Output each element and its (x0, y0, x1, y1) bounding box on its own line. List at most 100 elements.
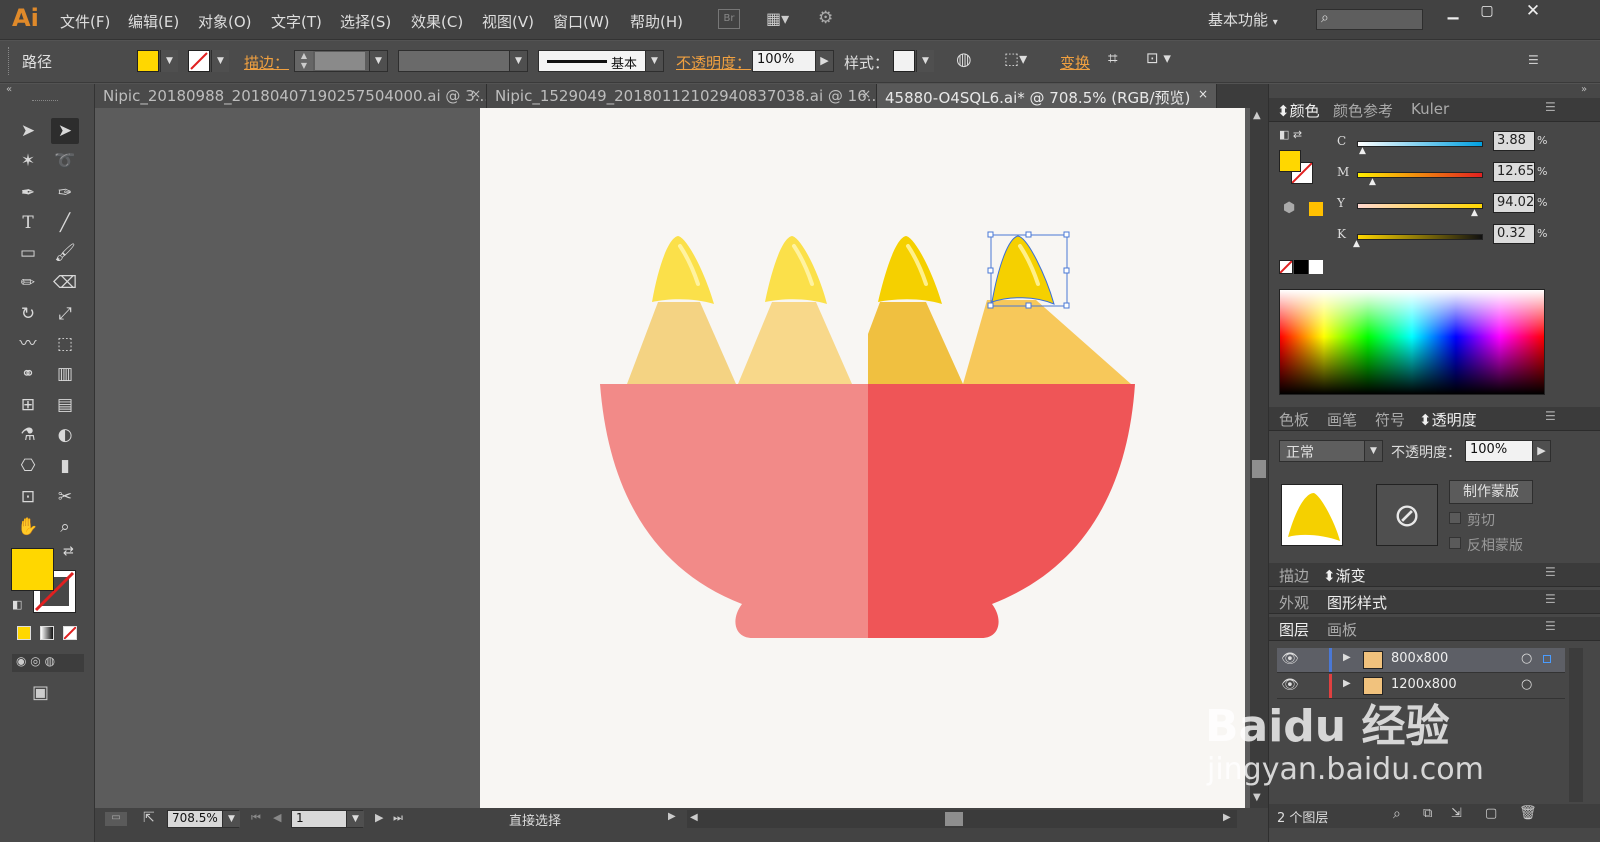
panel-menu-icon[interactable]: ☰ (1545, 592, 1556, 606)
stroke-swatch[interactable] (188, 50, 210, 72)
layer-row-2[interactable]: 👁 ▶ 1200x800 ○ (1277, 674, 1565, 699)
bridge-icon[interactable]: Br (718, 9, 740, 29)
gradient-mode-button[interactable] (40, 626, 54, 640)
screen-mode-icon[interactable]: ▣ (32, 682, 49, 703)
tab-transparency[interactable]: ⬍透明度 (1419, 409, 1477, 430)
vertical-scrollbar[interactable]: ▲ ▼ (1250, 108, 1268, 808)
line-tool-icon[interactable]: ╱ (51, 210, 79, 236)
tab-color-guide[interactable]: 颜色参考 (1333, 100, 1393, 121)
pencil-body-2[interactable] (738, 302, 852, 384)
make-mask-button[interactable]: 制作蒙版 (1449, 480, 1533, 504)
gradient-tool-icon[interactable]: ▤ (51, 392, 79, 418)
close-button[interactable]: ✕ (1520, 1, 1546, 21)
pencil-body-4[interactable] (963, 300, 1131, 384)
workspace-switcher[interactable]: 基本功能 ▾ (1208, 9, 1278, 30)
scroll-thumb[interactable] (1252, 460, 1266, 478)
slider-y[interactable] (1357, 203, 1483, 209)
close-icon[interactable]: × (1198, 87, 1208, 101)
layer-row-1[interactable]: 👁 ▶ 800x800 ○ (1277, 648, 1565, 673)
tab-kuler[interactable]: Kuler (1411, 100, 1449, 118)
search-input[interactable]: ⌕ (1316, 9, 1423, 30)
blend-tool-icon[interactable]: ◐ (51, 422, 79, 448)
none-mode-button[interactable] (63, 626, 77, 640)
collapse-icon[interactable]: « (6, 84, 12, 95)
panel-menu-icon[interactable]: ☰ (1545, 619, 1556, 633)
stroke-dropdown[interactable]: ▼ (211, 50, 229, 72)
tab-brushes[interactable]: 画笔 (1327, 409, 1357, 430)
menu-help[interactable]: 帮助(H) (630, 11, 683, 32)
fill-dropdown[interactable]: ▼ (160, 50, 178, 72)
channel-c-value[interactable]: 3.88 (1493, 131, 1535, 151)
h-scroll-thumb[interactable] (945, 812, 963, 826)
selection-tool-icon[interactable]: ➤ (14, 118, 42, 144)
variable-width-profile[interactable]: ▼ (398, 50, 528, 72)
artboard-field[interactable]: 1 ▼ (291, 810, 364, 828)
warp-tool-icon[interactable]: 〰 (14, 331, 42, 357)
tab-stroke[interactable]: 描边 (1279, 565, 1309, 586)
recolor-artwork-icon[interactable]: ◍ (956, 49, 978, 71)
menu-file[interactable]: 文件(F) (60, 11, 110, 32)
fill-color-box[interactable] (11, 548, 54, 591)
column-graph-tool-icon[interactable]: ▮ (51, 453, 79, 479)
type-tool-icon[interactable]: T (14, 210, 42, 236)
menu-edit[interactable]: 编辑(E) (128, 11, 179, 32)
tab-appearance[interactable]: 外观 (1279, 592, 1309, 613)
brush-definition[interactable]: 基本 ▼ (538, 50, 664, 72)
mesh-tool-icon[interactable]: ⊞ (14, 392, 42, 418)
panel-fill-swatch[interactable] (1279, 150, 1301, 172)
last-artboard-icon[interactable]: ⏭ (393, 811, 403, 825)
lasso-tool-icon[interactable]: ➰ (51, 148, 79, 174)
slice-tool-icon[interactable]: ✂ (51, 484, 79, 510)
scroll-down-icon[interactable]: ▼ (1253, 792, 1261, 803)
blend-mode-select[interactable]: 正常 ▼ (1279, 440, 1383, 462)
close-icon[interactable]: × (861, 87, 871, 101)
eraser-tool-icon[interactable]: ⌫ (51, 270, 79, 296)
tab-gradient[interactable]: ⬍渐变 (1323, 565, 1366, 586)
panel-menu-icon[interactable]: ☰ (1545, 100, 1556, 114)
panel-menu-icon[interactable]: ☰ (1545, 409, 1556, 423)
pencil-tip-4-selected[interactable] (991, 235, 1055, 305)
clip-checkbox[interactable] (1449, 512, 1461, 524)
pencil-body-3[interactable] (868, 302, 963, 384)
tab-graphic-styles[interactable]: 图形样式 (1327, 592, 1387, 613)
export-icon[interactable]: ⇱ (143, 810, 155, 826)
mini-default-icon[interactable]: ◧ ⇄ (1279, 128, 1302, 141)
stroke-label[interactable]: 描边： (244, 52, 289, 73)
status-menu-icon[interactable]: ▶ (668, 811, 676, 822)
pencil-body-1[interactable] (627, 302, 736, 384)
graphic-style-swatch[interactable] (893, 50, 915, 72)
isolate-icon[interactable]: ⌗ (1108, 49, 1132, 71)
expand-arrow-icon[interactable]: ▶ (1343, 652, 1351, 663)
close-icon[interactable]: × (471, 87, 481, 101)
paintbrush-tool-icon[interactable]: 🖌 (51, 240, 79, 266)
menu-view[interactable]: 视图(V) (482, 11, 534, 32)
align-selection-icon[interactable]: ⬚▾ (1004, 49, 1038, 71)
prev-artboard-icon[interactable]: ◀ (273, 811, 281, 824)
canvas-area[interactable] (95, 108, 1250, 808)
rectangle-tool-icon[interactable]: ▭ (14, 240, 42, 266)
scroll-right-icon[interactable]: ▶ (1223, 812, 1231, 823)
slider-c-thumb[interactable]: ▲ (1359, 146, 1366, 156)
channel-m-value[interactable]: 12.65 (1493, 162, 1535, 182)
pen-tool-icon[interactable]: ✒ (14, 180, 42, 206)
web-safe-swatch[interactable] (1309, 202, 1323, 216)
visibility-eye-icon[interactable]: 👁 (1281, 677, 1299, 693)
magic-wand-tool-icon[interactable]: ✶ (14, 148, 42, 174)
tab-swatches[interactable]: 色板 (1279, 409, 1309, 430)
color-mode-button[interactable] (17, 626, 31, 640)
slider-y-thumb[interactable]: ▲ (1471, 208, 1478, 218)
black-swatch[interactable] (1294, 260, 1308, 274)
next-artboard-icon[interactable]: ▶ (375, 811, 383, 824)
new-sublayer-icon[interactable]: ⇲ (1451, 806, 1462, 821)
out-of-gamut-icon[interactable]: ⬢ (1283, 200, 1295, 216)
curvature-tool-icon[interactable]: ✑ (51, 180, 79, 206)
channel-y-value[interactable]: 94.02 (1493, 193, 1535, 213)
channel-k-value[interactable]: 0.32 (1493, 224, 1535, 244)
new-layer-icon[interactable]: ▢ (1485, 806, 1497, 821)
hand-tool-icon[interactable]: ✋ (14, 514, 42, 540)
transform-link[interactable]: 变换 (1060, 52, 1090, 73)
horizontal-scrollbar[interactable]: ◀ ▶ (687, 810, 1237, 828)
slider-k-thumb[interactable]: ▲ (1353, 239, 1360, 249)
layers-scrollbar[interactable] (1569, 648, 1583, 802)
menu-effect[interactable]: 效果(C) (411, 11, 463, 32)
